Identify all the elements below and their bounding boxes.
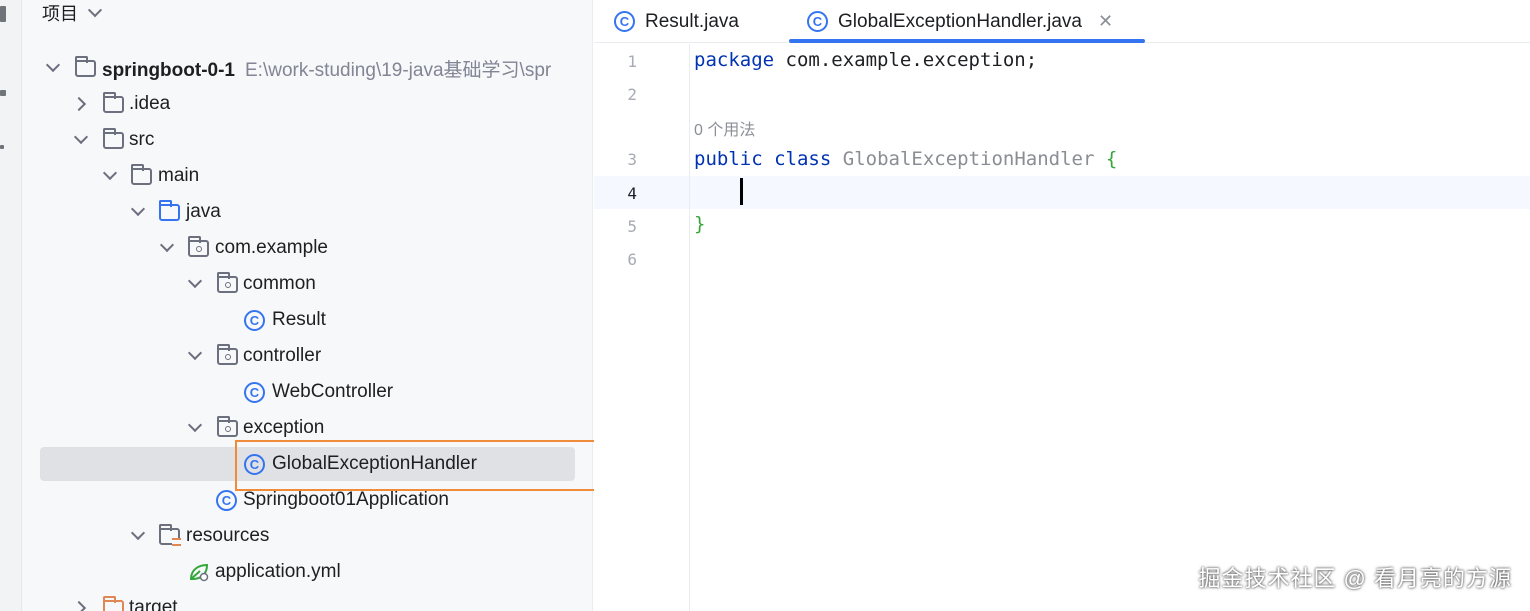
current-line-highlight	[594, 176, 1530, 209]
tree-item-label: target	[129, 597, 178, 611]
resources-folder-icon	[159, 524, 181, 546]
project-view-selector[interactable]: 项目	[42, 2, 103, 24]
panel-title: 项目	[42, 4, 78, 24]
text-caret	[740, 178, 743, 205]
tree-item-label: resources	[186, 525, 270, 546]
tree-item-target[interactable]: target	[22, 590, 592, 611]
tab-label: Result.java	[645, 10, 739, 32]
tree-item-label: src	[129, 129, 155, 150]
package-icon	[217, 344, 238, 365]
package-name: com.example.exception;	[774, 49, 1038, 71]
class-icon: C	[807, 11, 828, 32]
line-number-gutter: 1 2 3 4 5 6	[594, 44, 690, 611]
tree-item-main[interactable]: main	[22, 158, 592, 194]
line-number: 4	[627, 184, 637, 203]
chevron-down-icon[interactable]	[187, 273, 203, 289]
tree-item-common[interactable]: common	[22, 266, 592, 302]
close-icon[interactable]: ✕	[1098, 11, 1113, 32]
chevron-right-icon[interactable]	[71, 96, 87, 112]
tree-item-label: com.example	[215, 237, 328, 258]
tree-item-root[interactable]: springboot-0-1 E:\work-studing\19-java基础学…	[22, 50, 592, 86]
excluded-folder-icon	[103, 596, 124, 611]
brace: }	[694, 213, 706, 235]
spring-boot-class-icon: C	[216, 490, 237, 511]
class-name: GlobalExceptionHandler	[842, 148, 1095, 170]
tree-item-result[interactable]: C Result	[22, 302, 592, 338]
code-line-5[interactable]: }	[694, 213, 705, 235]
package-icon	[188, 236, 209, 257]
keyword: class	[774, 148, 832, 170]
chevron-down-icon[interactable]	[130, 525, 146, 541]
tree-item-controller[interactable]: controller	[22, 338, 592, 374]
folder-icon	[103, 128, 124, 149]
tree-item-com-example[interactable]: com.example	[22, 230, 592, 266]
code-editor: C Result.java C GlobalExceptionHandler.j…	[594, 0, 1530, 611]
tree-item-label: main	[158, 165, 200, 186]
tree-item-label: application.yml	[215, 561, 341, 582]
line-number: 1	[627, 52, 637, 71]
project-name: springboot-0-1	[102, 59, 235, 81]
folder-icon	[103, 92, 124, 113]
tree-item-label: Springboot01Application	[243, 489, 449, 510]
editor-tab-bar: C Result.java C GlobalExceptionHandler.j…	[594, 0, 1530, 43]
chevron-down-icon[interactable]	[130, 201, 146, 217]
tree-item-resources[interactable]: resources	[22, 518, 592, 554]
chevron-down-icon[interactable]	[159, 237, 175, 253]
package-icon	[217, 272, 238, 293]
chevron-down-icon[interactable]	[73, 129, 89, 145]
tool-icon[interactable]	[0, 90, 6, 96]
tree-item-idea[interactable]: .idea	[22, 86, 592, 122]
annotation-highlight-box	[235, 440, 631, 491]
usages-inlay-hint[interactable]: 0 个用法	[694, 116, 755, 140]
tree-item-label: java	[186, 201, 221, 222]
watermark-text: 掘金技术社区 @ 看月亮的方源	[1198, 566, 1512, 591]
tree-item-web-controller[interactable]: C WebController	[22, 374, 592, 410]
tab-global-exception-handler-java[interactable]: C GlobalExceptionHandler.java ✕	[788, 0, 1146, 43]
tool-window-strip	[0, 0, 22, 611]
spring-leaf-icon	[189, 563, 209, 582]
tree-item-label: exception	[243, 417, 325, 438]
tree-item-application-yml[interactable]: application.yml	[22, 554, 592, 590]
tool-icon[interactable]	[0, 145, 4, 149]
keyword: package	[694, 49, 775, 71]
tree-item-src[interactable]: src	[22, 122, 592, 158]
project-tool-icon[interactable]	[0, 6, 6, 22]
class-icon: C	[244, 382, 265, 403]
tree-item-java[interactable]: java	[22, 194, 592, 230]
folder-icon	[131, 164, 152, 185]
tree-item-label: .idea	[129, 93, 171, 114]
chevron-down-icon[interactable]	[102, 165, 118, 181]
code-line-1[interactable]: package com.example.exception;	[694, 49, 1037, 71]
tab-label: GlobalExceptionHandler.java	[838, 10, 1082, 32]
line-number: 5	[627, 217, 637, 236]
line-number: 3	[627, 150, 637, 169]
tree-item-label: WebController	[272, 381, 394, 402]
project-panel: 项目 springboot-0-1 E:\work-studing\19-java…	[22, 0, 593, 611]
brace: {	[1105, 148, 1118, 170]
line-number: 6	[627, 250, 637, 269]
keyword: public	[694, 148, 763, 170]
tree-item-label: Result	[272, 309, 326, 330]
chevron-down-icon[interactable]	[45, 57, 61, 73]
chevron-down-icon[interactable]	[187, 345, 203, 361]
class-icon: C	[614, 11, 635, 32]
tab-result-java[interactable]: C Result.java	[614, 0, 739, 43]
tree-item-label: common	[243, 273, 316, 294]
chevron-right-icon[interactable]	[71, 600, 87, 611]
module-folder-icon	[75, 56, 96, 77]
code-line-3[interactable]: public class GlobalExceptionHandler {	[694, 148, 1117, 170]
project-path: E:\work-studing\19-java基础学习\spr	[245, 59, 552, 81]
class-icon: C	[244, 310, 265, 331]
chevron-down-icon[interactable]	[187, 417, 203, 433]
line-number: 2	[627, 85, 637, 104]
tree-item-label: controller	[243, 345, 322, 366]
source-folder-icon	[159, 200, 180, 221]
package-icon	[217, 416, 238, 437]
chevron-down-icon	[87, 3, 103, 18]
